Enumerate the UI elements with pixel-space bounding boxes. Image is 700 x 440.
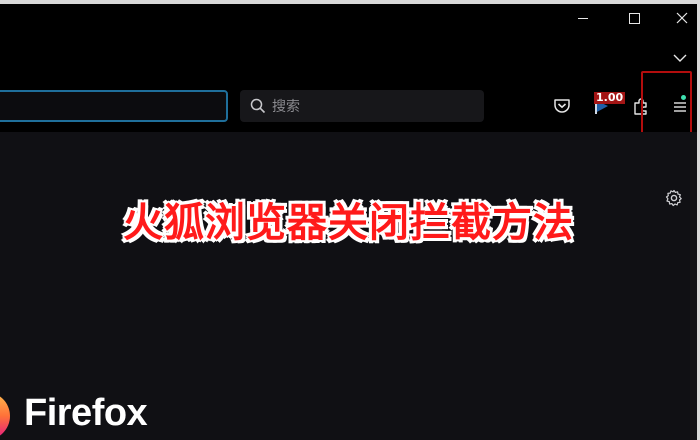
tab-strip [0,36,697,80]
close-button[interactable] [664,4,700,32]
pocket-button[interactable] [551,95,573,117]
extension-button[interactable]: 1.00 [588,90,626,120]
firefox-logo [0,388,12,440]
close-icon [676,12,688,24]
browser-window: 搜索 1.00 火狐浏览器关闭拦截方法 Firefox [0,0,700,440]
url-bar[interactable] [0,90,228,122]
list-all-tabs-button[interactable] [668,44,692,72]
overlay-title: 火狐浏览器关闭拦截方法 [123,199,574,246]
pocket-icon [554,99,570,113]
search-bar[interactable]: 搜索 [240,90,484,122]
minimize-button[interactable] [565,4,601,32]
firefox-wordmark: Firefox [24,392,148,434]
maximize-button[interactable] [616,4,652,32]
extension-badge: 1.00 [594,91,626,104]
chevron-down-icon [673,54,687,62]
minimize-icon [578,17,588,19]
search-icon [250,98,266,114]
search-placeholder: 搜索 [272,99,300,115]
maximize-icon [628,12,640,24]
firefox-logo-icon [0,396,10,436]
